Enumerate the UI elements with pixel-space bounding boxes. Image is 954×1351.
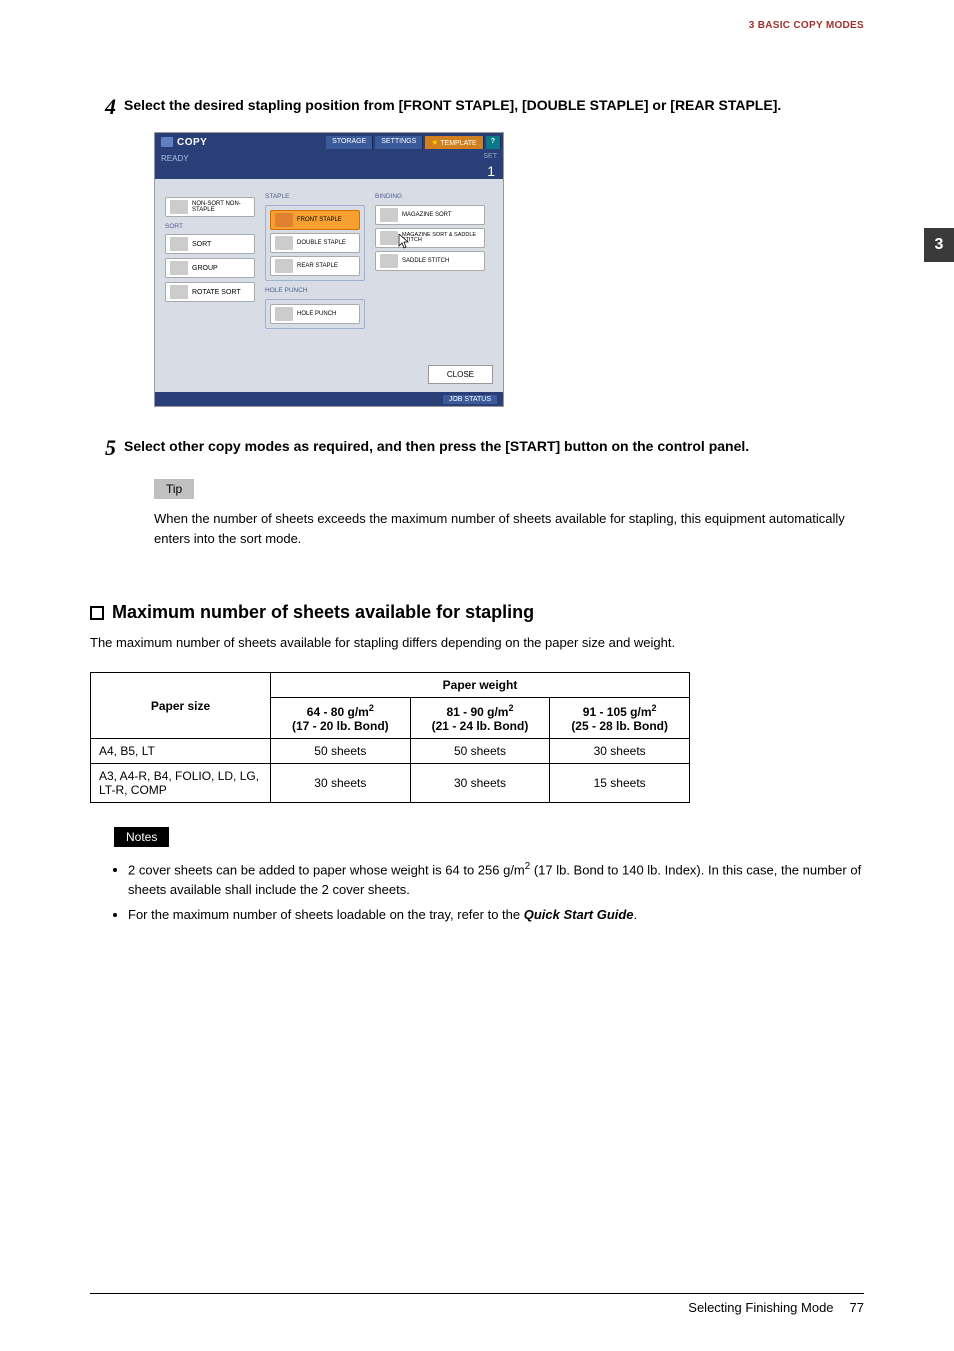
hole-punch-label: HOLE PUNCH [297, 311, 336, 317]
binding-group: MAGAZINE SORT MAGAZINE SORT & SADDLE STI… [375, 197, 485, 271]
magazine-sort-button[interactable]: MAGAZINE SORT [375, 205, 485, 225]
storage-button[interactable]: STORAGE [326, 136, 373, 149]
step-4-text: Select the desired stapling position fro… [124, 96, 864, 118]
tip-label: Tip [154, 479, 194, 499]
page-footer: Selecting Finishing Mode 77 [90, 1293, 864, 1315]
sort-header: SORT [165, 223, 255, 230]
set-count: 1 [487, 163, 495, 179]
r2-size: A3, A4-R, B4, FOLIO, LD, LG, LT-R, COMP [91, 764, 271, 803]
sort-column: NON-SORT NON-STAPLE SORT SORT GROUP ROTA… [165, 197, 255, 347]
saddle-stitch-button[interactable]: SADDLE STITCH [375, 251, 485, 271]
ss-status-bar: READY SET 1 [155, 151, 503, 179]
rotate-icon [170, 285, 188, 299]
magazine-stitch-button[interactable]: MAGAZINE SORT & SADDLE STITCH [375, 228, 485, 248]
chapter-header: 3 BASIC COPY MODES [749, 20, 864, 31]
nonsort-button[interactable]: NON-SORT NON-STAPLE [165, 197, 255, 217]
front-staple-label: FRONT STAPLE [297, 217, 342, 223]
r2-w1: 30 sheets [271, 764, 411, 803]
section-title: Maximum number of sheets available for s… [112, 602, 534, 623]
saddle-icon [380, 254, 398, 268]
binding-column: MAGAZINE SORT MAGAZINE SORT & SADDLE STI… [375, 197, 485, 347]
copy-icon [161, 137, 173, 147]
step-4: 4 Select the desired stapling position f… [90, 96, 864, 118]
staple-group: FRONT STAPLE DOUBLE STAPLE REAR STAPLE [265, 197, 365, 281]
tip-text: When the number of sheets exceeds the ma… [154, 509, 864, 548]
hole-punch-button[interactable]: HOLE PUNCH [270, 304, 360, 324]
table-row: A3, A4-R, B4, FOLIO, LD, LG, LT-R, COMP … [91, 764, 690, 803]
tip-box: Tip When the number of sheets exceeds th… [154, 479, 864, 548]
job-status-button[interactable]: JOB STATUS [443, 395, 497, 404]
ss-title: COPY [155, 137, 213, 148]
footer-title: Selecting Finishing Mode [688, 1300, 833, 1315]
sort-icon [170, 237, 188, 251]
section-intro: The maximum number of sheets available f… [90, 635, 864, 650]
template-button[interactable]: ★ TEMPLATE [425, 136, 483, 149]
ss-bottom-bar: JOB STATUS [155, 392, 503, 406]
th-w3: 91 - 105 g/m2(25 - 28 lb. Bond) [550, 698, 690, 739]
copy-screen: COPY STORAGE SETTINGS ★ TEMPLATE ? READY… [154, 132, 504, 407]
th-paper-weight: Paper weight [271, 673, 690, 698]
hole-punch-icon [275, 307, 293, 321]
th-w2: 81 - 90 g/m2(21 - 24 lb. Bond) [410, 698, 550, 739]
step-5: 5 Select other copy modes as required, a… [90, 437, 864, 459]
group-icon [170, 261, 188, 275]
r1-w3: 30 sheets [550, 739, 690, 764]
star-icon: ★ [431, 138, 438, 147]
magazine-label: MAGAZINE SORT [402, 212, 452, 218]
step-4-number: 4 [90, 96, 124, 118]
r2-w3: 15 sheets [550, 764, 690, 803]
cursor-icon [398, 234, 412, 250]
r1-w1: 50 sheets [271, 739, 411, 764]
section-bullet-icon [90, 606, 104, 620]
group-label: GROUP [192, 265, 218, 272]
note-2: For the maximum number of sheets loadabl… [128, 905, 864, 925]
ss-title-text: COPY [177, 137, 207, 148]
rotate-label: ROTATE SORT [192, 289, 241, 296]
section-heading: Maximum number of sheets available for s… [90, 602, 864, 623]
rear-staple-icon [275, 259, 293, 273]
set-label: SET [483, 153, 497, 160]
saddle-label: SADDLE STITCH [402, 258, 449, 264]
double-staple-icon [275, 236, 293, 250]
front-staple-icon [275, 213, 293, 227]
note-1: 2 cover sheets can be added to paper who… [128, 859, 864, 901]
th-w1: 64 - 80 g/m2(17 - 20 lb. Bond) [271, 698, 411, 739]
nonsort-icon [170, 200, 188, 214]
rotate-sort-button[interactable]: ROTATE SORT [165, 282, 255, 302]
rear-staple-label: REAR STAPLE [297, 263, 338, 269]
magazine-stitch-icon [380, 231, 398, 245]
staple-column: FRONT STAPLE DOUBLE STAPLE REAR STAPLE H… [265, 197, 365, 347]
front-staple-button[interactable]: FRONT STAPLE [270, 210, 360, 230]
th-paper-size: Paper size [91, 673, 271, 739]
magazine-stitch-label: MAGAZINE SORT & SADDLE STITCH [402, 233, 480, 244]
punch-group: HOLE PUNCH [265, 291, 365, 329]
footer-page: 77 [850, 1300, 864, 1315]
ss-body: NON-SORT NON-STAPLE SORT SORT GROUP ROTA… [155, 179, 503, 359]
r2-w2: 30 sheets [410, 764, 550, 803]
r1-w2: 50 sheets [410, 739, 550, 764]
chapter-side-tab: 3 [924, 228, 954, 262]
help-button[interactable]: ? [486, 136, 501, 149]
r1-size: A4, B5, LT [91, 739, 271, 764]
close-button[interactable]: CLOSE [428, 365, 493, 384]
group-button[interactable]: GROUP [165, 258, 255, 278]
sort-button[interactable]: SORT [165, 234, 255, 254]
ready-text: READY [161, 154, 189, 163]
staple-table: Paper size Paper weight 64 - 80 g/m2(17 … [90, 672, 690, 803]
rear-staple-button[interactable]: REAR STAPLE [270, 256, 360, 276]
notes-list: 2 cover sheets can be added to paper who… [128, 859, 864, 925]
magazine-icon [380, 208, 398, 222]
step-5-text: Select other copy modes as required, and… [124, 437, 864, 459]
nonsort-label: NON-SORT NON-STAPLE [192, 201, 250, 213]
notes-label: Notes [114, 827, 169, 847]
template-label: TEMPLATE [440, 140, 476, 147]
table-row: A4, B5, LT 50 sheets 50 sheets 30 sheets [91, 739, 690, 764]
ss-footer: CLOSE [155, 359, 503, 392]
double-staple-button[interactable]: DOUBLE STAPLE [270, 233, 360, 253]
double-staple-label: DOUBLE STAPLE [297, 240, 346, 246]
settings-button[interactable]: SETTINGS [375, 136, 423, 149]
step-5-number: 5 [90, 437, 124, 459]
sort-label: SORT [192, 241, 211, 248]
ss-titlebar: COPY STORAGE SETTINGS ★ TEMPLATE ? [155, 133, 503, 151]
